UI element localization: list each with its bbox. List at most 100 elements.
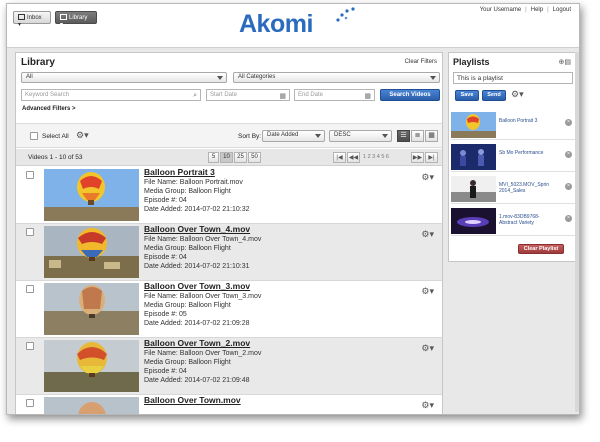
playlist-name-input[interactable]: This is a playlist bbox=[453, 72, 573, 84]
calendar-icon[interactable]: ▦ bbox=[279, 92, 286, 100]
remove-icon[interactable]: × bbox=[565, 119, 572, 126]
top-bar: Inbox ▾ Library ▾ Akomi Your Username | He… bbox=[7, 4, 579, 48]
episode-number: Episode #: 04 bbox=[144, 254, 187, 261]
row-checkbox[interactable] bbox=[26, 342, 34, 350]
playlist-list-icon[interactable]: ▤ bbox=[564, 59, 571, 66]
save-playlist-button[interactable]: Save bbox=[455, 90, 479, 101]
search-videos-button[interactable]: Search Videos bbox=[380, 89, 440, 101]
video-row[interactable]: Balloon Over Town_3.mov File Name: Ballo… bbox=[16, 281, 442, 338]
video-meta: Balloon Over Town_2.mov File Name: Ballo… bbox=[144, 339, 261, 385]
start-date-input[interactable]: Start Date ▦ bbox=[206, 89, 290, 101]
video-thumbnail[interactable] bbox=[44, 340, 139, 392]
send-playlist-button[interactable]: Send bbox=[482, 90, 506, 101]
library-icon bbox=[60, 14, 67, 20]
calendar-icon[interactable]: ▦ bbox=[364, 92, 371, 100]
row-checkbox[interactable] bbox=[26, 399, 34, 407]
page-numbers[interactable]: 1 2 3 4 5 6 bbox=[363, 152, 389, 163]
video-meta: Balloon Portrait 3 File Name: Balloon Po… bbox=[144, 168, 249, 214]
tab-inbox[interactable]: Inbox ▾ bbox=[13, 11, 51, 28]
sort-order-select[interactable]: DESC bbox=[329, 130, 392, 142]
page-size-5[interactable]: 5 bbox=[208, 152, 219, 163]
gear-icon[interactable]: ⚙▾ bbox=[421, 172, 434, 183]
playlist-item[interactable]: 1.mov-83DB9768-Abstract Variety × bbox=[451, 207, 575, 236]
remove-icon[interactable]: × bbox=[565, 183, 572, 190]
page-size-10[interactable]: 10 bbox=[220, 152, 233, 163]
playlist-item-label: Balloon Portrait 3 bbox=[499, 118, 538, 124]
end-date-input[interactable]: End Date ▦ bbox=[294, 89, 375, 101]
advanced-filters-link[interactable]: Advanced Filters > bbox=[22, 106, 76, 112]
playlist-item[interactable]: Sb Mo Performance × bbox=[451, 143, 575, 172]
list-view-button[interactable]: ☰ bbox=[397, 130, 410, 142]
type-filter-select[interactable]: All bbox=[21, 72, 227, 83]
help-link[interactable]: Help bbox=[529, 7, 545, 13]
playlist-item-label: Sb Mo Performance bbox=[499, 150, 544, 156]
keyword-search-input[interactable]: Keyword Search ⌕ bbox=[21, 89, 201, 101]
video-title-link[interactable]: Balloon Portrait 3 bbox=[144, 168, 249, 177]
clear-playlist-button[interactable]: Clear Playlist bbox=[518, 244, 564, 254]
video-title-link[interactable]: Balloon Over Town.mov bbox=[144, 396, 241, 405]
app-window: Inbox ▾ Library ▾ Akomi Your Username | He… bbox=[6, 3, 580, 415]
category-filter-select[interactable]: All Categories bbox=[233, 72, 440, 83]
episode-number: Episode #: 04 bbox=[144, 197, 187, 204]
scrollbar[interactable] bbox=[575, 52, 579, 412]
video-title-link[interactable]: Balloon Over Town_2.mov bbox=[144, 339, 261, 348]
video-count: Videos 1 - 10 of 53 bbox=[28, 154, 83, 161]
library-panel: Library Clear Filters All All Categories… bbox=[15, 52, 443, 414]
chevron-down-icon bbox=[217, 76, 223, 80]
video-thumbnail[interactable] bbox=[44, 169, 139, 221]
inbox-icon bbox=[18, 14, 25, 20]
chevron-down-icon bbox=[430, 76, 436, 80]
date-added: Date Added: 2014-07-02 21:09:28 bbox=[144, 320, 250, 327]
row-checkbox[interactable] bbox=[26, 285, 34, 293]
tab-library[interactable]: Library ▾ bbox=[55, 11, 97, 28]
playlist-thumbnail bbox=[451, 144, 496, 170]
gear-icon[interactable]: ⚙▾ bbox=[76, 130, 89, 141]
username-link[interactable]: Your Username bbox=[478, 7, 523, 13]
row-checkbox[interactable] bbox=[26, 228, 34, 236]
page-size-50[interactable]: 50 bbox=[248, 152, 261, 163]
playlist-thumbnail bbox=[451, 112, 496, 138]
last-page-button[interactable]: ▶| bbox=[425, 152, 438, 163]
gear-icon[interactable]: ⚙▾ bbox=[421, 400, 434, 411]
page-size-25[interactable]: 25 bbox=[234, 152, 247, 163]
logout-link[interactable]: Logout bbox=[551, 7, 573, 13]
video-thumbnail[interactable] bbox=[44, 397, 139, 414]
remove-icon[interactable]: × bbox=[565, 215, 572, 222]
detail-view-button[interactable]: ≣ bbox=[411, 130, 424, 142]
video-title-link[interactable]: Balloon Over Town_4.mov bbox=[144, 225, 261, 234]
grid-view-button[interactable]: ▦ bbox=[425, 130, 438, 142]
sort-by-label: Sort By: bbox=[238, 133, 262, 140]
playlist-item[interactable]: MVI_5023.MOV_Sprin 2014_Sales × bbox=[451, 175, 575, 204]
video-title-link[interactable]: Balloon Over Town_3.mov bbox=[144, 282, 261, 291]
media-group: Media Group: Balloon Flight bbox=[144, 245, 231, 252]
prev-page-button[interactable]: ◀◀ bbox=[347, 152, 360, 163]
file-name: File Name: Balloon Over Town_3.mov bbox=[144, 293, 262, 300]
video-row[interactable]: Balloon Over Town.mov ⚙▾ bbox=[16, 395, 442, 414]
date-added: Date Added: 2014-07-02 21:10:32 bbox=[144, 206, 250, 213]
video-row[interactable]: Balloon Over Town_2.mov File Name: Ballo… bbox=[16, 338, 442, 395]
video-row[interactable]: Balloon Portrait 3 File Name: Balloon Po… bbox=[16, 167, 442, 224]
search-icon: ⌕ bbox=[193, 92, 197, 99]
row-checkbox[interactable] bbox=[26, 171, 34, 179]
date-added: Date Added: 2014-07-02 21:10:31 bbox=[144, 263, 250, 270]
video-meta: Balloon Over Town.mov bbox=[144, 396, 241, 406]
gear-icon[interactable]: ⚙▾ bbox=[421, 343, 434, 354]
next-page-button[interactable]: ▶▶ bbox=[411, 152, 424, 163]
playlist-item[interactable]: Balloon Portrait 3 × bbox=[451, 111, 575, 140]
select-all-checkbox[interactable] bbox=[30, 132, 38, 140]
playlist-item-label: 1.mov-83DB9768-Abstract Variety bbox=[499, 214, 540, 226]
clear-filters-link[interactable]: Clear Filters bbox=[405, 59, 437, 65]
video-row[interactable]: Balloon Over Town_4.mov File Name: Ballo… bbox=[16, 224, 442, 281]
video-thumbnail[interactable] bbox=[44, 226, 139, 278]
first-page-button[interactable]: |◀ bbox=[333, 152, 346, 163]
file-name: File Name: Balloon Portrait.mov bbox=[144, 179, 243, 186]
gear-icon[interactable]: ⚙▾ bbox=[421, 286, 434, 297]
episode-number: Episode #: 05 bbox=[144, 311, 187, 318]
sort-field-select[interactable]: Date Added bbox=[262, 130, 325, 142]
media-group: Media Group: Balloon Flight bbox=[144, 188, 231, 195]
playlist-item-label: MVI_5023.MOV_Sprin 2014_Sales bbox=[499, 182, 550, 194]
video-thumbnail[interactable] bbox=[44, 283, 139, 335]
gear-icon[interactable]: ⚙▾ bbox=[511, 89, 524, 100]
remove-icon[interactable]: × bbox=[565, 151, 572, 158]
gear-icon[interactable]: ⚙▾ bbox=[421, 229, 434, 240]
